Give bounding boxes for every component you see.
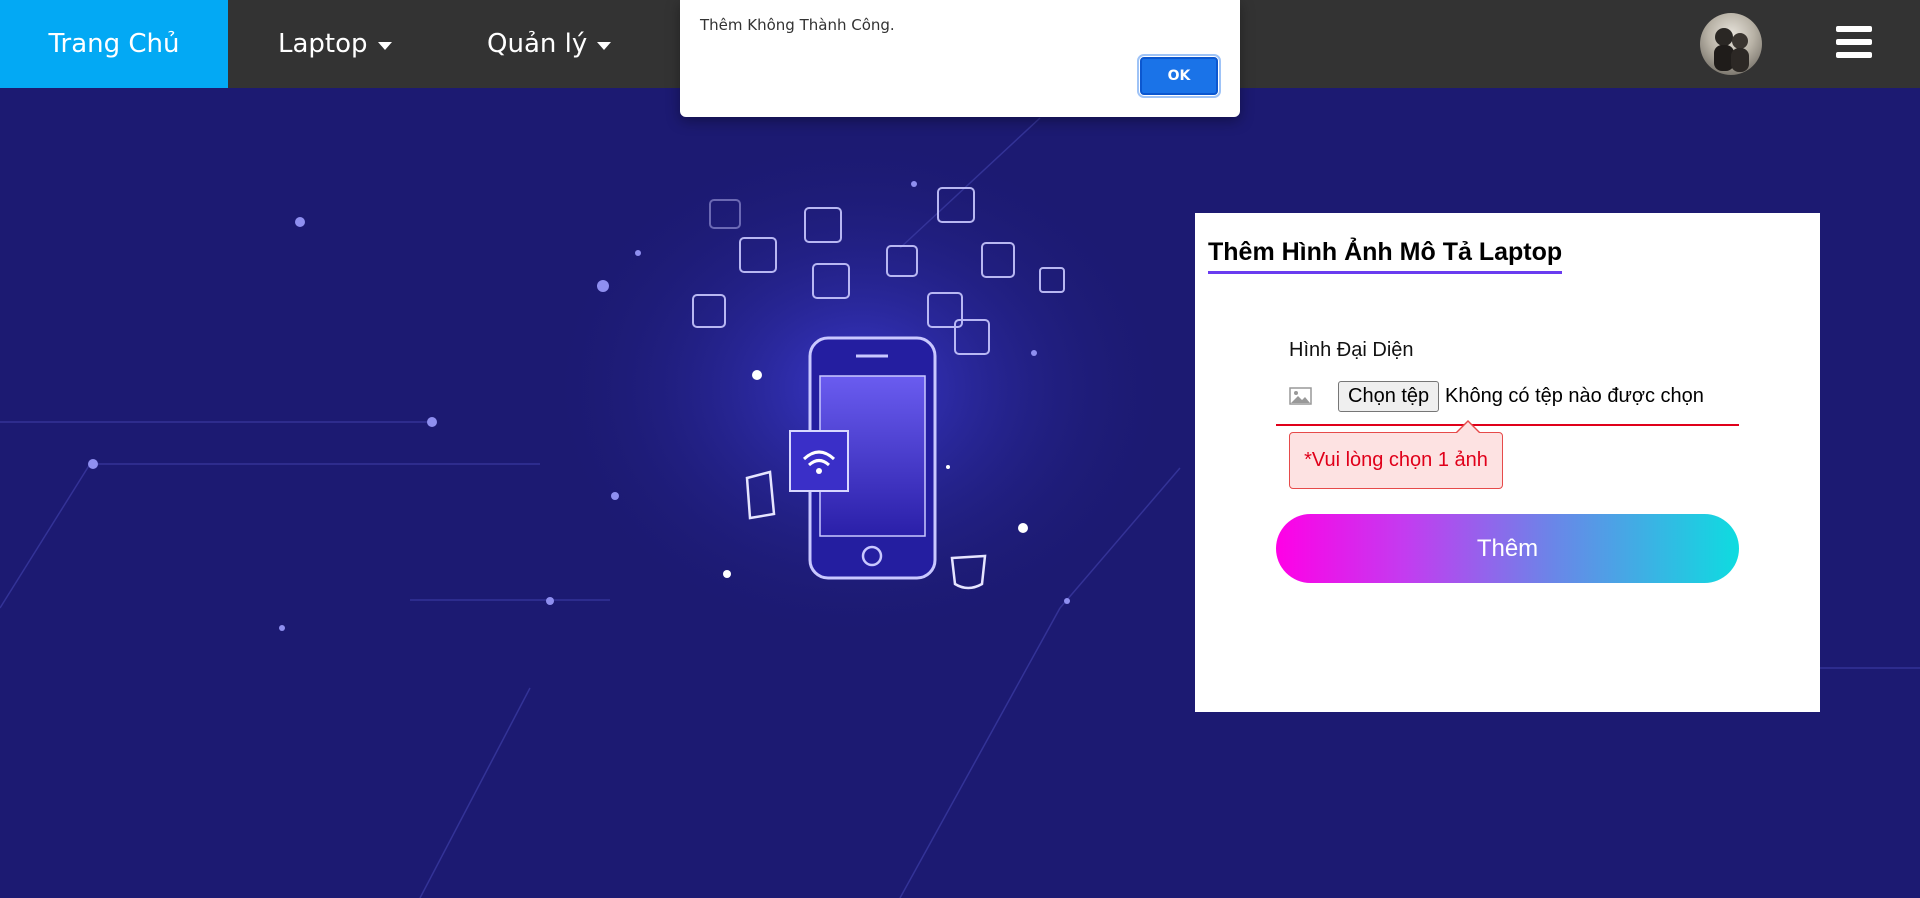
hamburger-icon[interactable]: [1836, 26, 1872, 58]
validation-error-tooltip: *Vui lòng chọn 1 ảnh: [1289, 432, 1503, 489]
image-icon: [1289, 387, 1312, 405]
avatar-image: [1714, 28, 1749, 72]
add-image-form-card: Thêm Hình Ảnh Mô Tả Laptop Hình Đại Diện…: [1195, 213, 1820, 712]
nav-manage-dropdown[interactable]: Quản lý: [487, 0, 612, 88]
image-field-label: Hình Đại Diện: [1289, 339, 1414, 361]
validation-error-text: *Vui lòng chọn 1 ảnh: [1304, 449, 1488, 471]
caret-down-icon: [377, 42, 392, 50]
caret-down-icon: [597, 42, 612, 50]
nav-laptop-label: Laptop: [278, 29, 368, 59]
submit-add-button[interactable]: Thêm: [1276, 514, 1739, 583]
alert-ok-button[interactable]: OK: [1137, 54, 1221, 98]
alert-dialog: Thêm Không Thành Công. OK: [680, 0, 1240, 117]
field-error-underline: [1276, 424, 1739, 426]
nav-manage-label: Quản lý: [487, 29, 588, 59]
form-title: Thêm Hình Ảnh Mô Tả Laptop: [1208, 238, 1563, 274]
choose-file-button[interactable]: Chọn tệp: [1338, 381, 1440, 412]
user-avatar[interactable]: [1700, 13, 1762, 75]
nav-home-link[interactable]: Trang Chủ: [0, 0, 228, 88]
nav-home-label: Trang Chủ: [48, 29, 180, 59]
file-status-text: Không có tệp nào được chọn: [1445, 385, 1704, 407]
alert-message: Thêm Không Thành Công.: [700, 16, 895, 34]
nav-laptop-dropdown[interactable]: Laptop: [278, 0, 392, 88]
